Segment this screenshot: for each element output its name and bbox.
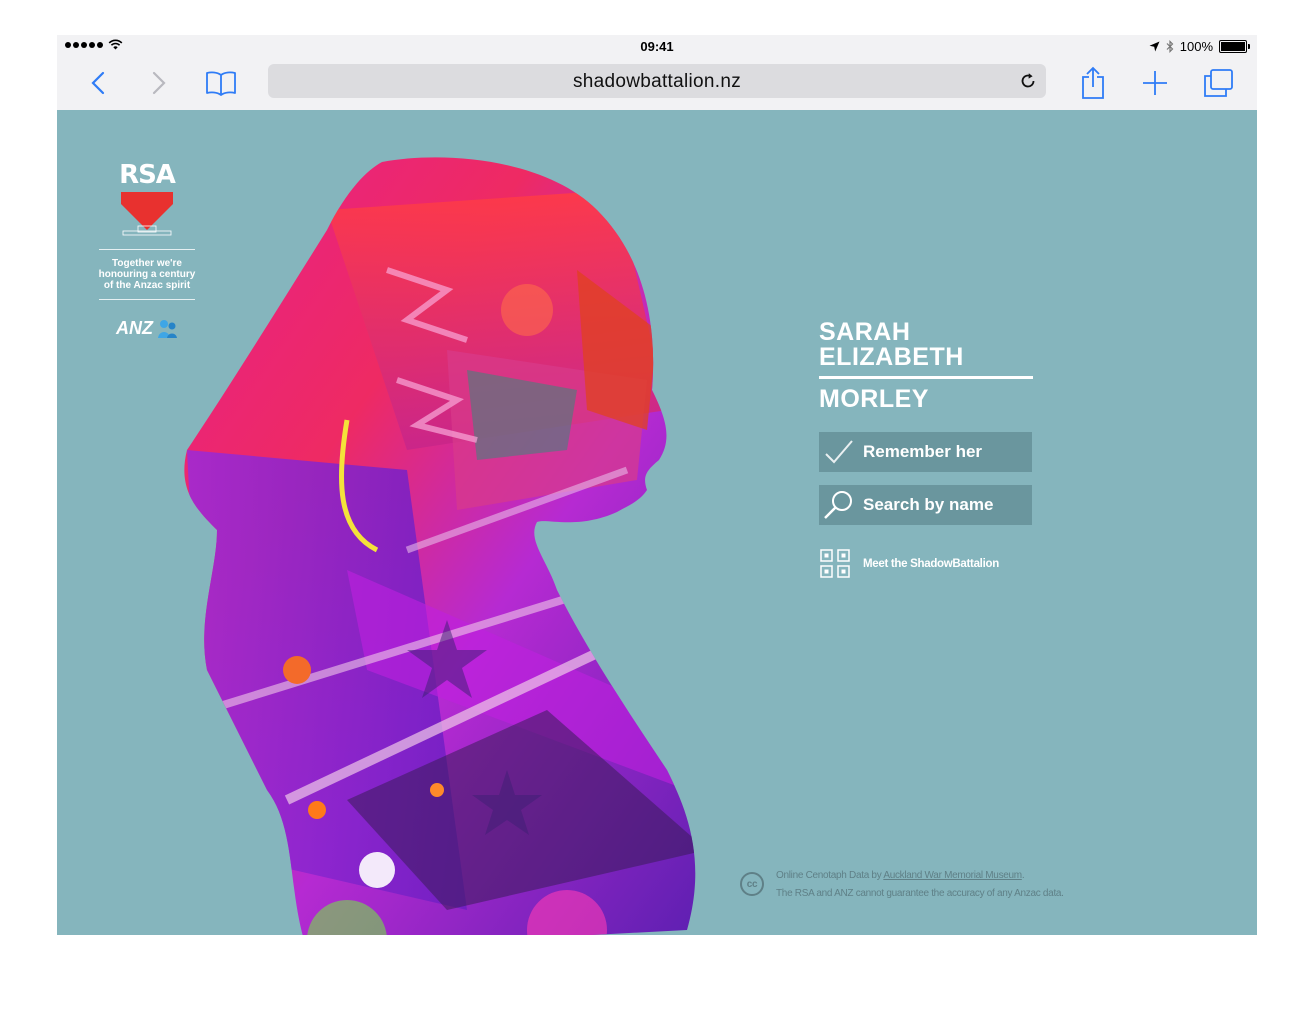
back-button[interactable]	[80, 65, 116, 101]
url-text[interactable]: shadowbattalion.nz	[268, 71, 1046, 93]
data-credit: Online Cenotaph Data by Auckland War Mem…	[776, 870, 1025, 881]
bookmarks-icon	[206, 71, 236, 96]
new-tab-plus-icon	[1143, 71, 1167, 95]
surname: MORLEY	[819, 385, 929, 413]
creative-commons-icon: cc	[740, 872, 764, 896]
battery-icon	[1219, 40, 1250, 53]
location-arrow-icon	[1149, 41, 1160, 52]
remember-her-button[interactable]: Remember her	[819, 432, 1032, 472]
forward-chevron-icon	[152, 71, 166, 95]
bookmarks-button[interactable]	[203, 65, 239, 101]
back-chevron-icon	[91, 71, 105, 95]
status-bar: 09:41 100%	[57, 35, 1257, 59]
forward-button[interactable]	[141, 65, 177, 101]
web-page: RSA Together we're honouring a century o…	[57, 110, 1257, 935]
search-icon	[819, 485, 859, 525]
search-by-name-label: Search by name	[863, 495, 994, 514]
first-name-line-1: SARAH	[819, 318, 911, 346]
meet-shadowbattalion-label: Meet the ShadowBattalion	[863, 558, 999, 570]
reload-button[interactable]	[1016, 69, 1040, 93]
browser-toolbar: shadowbattalion.nz	[57, 59, 1257, 111]
check-icon	[819, 432, 859, 472]
data-disclaimer: The RSA and ANZ cannot guarantee the acc…	[776, 888, 1064, 899]
reload-icon	[1021, 73, 1035, 88]
name-divider	[819, 376, 1033, 379]
profile-panel: SARAH ELIZABETH MORLEY Remember her Sear…	[819, 320, 1033, 579]
status-right: 100%	[1149, 39, 1250, 54]
bluetooth-icon	[1166, 40, 1174, 53]
search-by-name-button[interactable]: Search by name	[819, 485, 1032, 525]
qr-grid-icon	[820, 549, 850, 578]
new-tab-button[interactable]	[1137, 65, 1173, 101]
status-time: 09:41	[640, 39, 674, 54]
tabs-button[interactable]	[1200, 65, 1236, 101]
museum-link[interactable]: Auckland War Memorial Museum	[883, 870, 1022, 881]
battery-percent: 100%	[1179, 39, 1213, 54]
address-bar[interactable]: shadowbattalion.nz	[268, 64, 1046, 98]
remember-her-label: Remember her	[863, 442, 983, 461]
ipad-screen: 09:41 100% shadowbattalion.nz RSA Togeth…	[57, 35, 1257, 935]
share-icon	[1082, 66, 1104, 99]
meet-shadowbattalion-link[interactable]: Meet the ShadowBattalion	[819, 549, 1033, 579]
tabs-icon	[1204, 69, 1233, 97]
first-name-line-2: ELIZABETH	[819, 343, 964, 371]
share-button[interactable]	[1075, 65, 1111, 101]
painted-silhouette-artwork	[184, 157, 696, 935]
